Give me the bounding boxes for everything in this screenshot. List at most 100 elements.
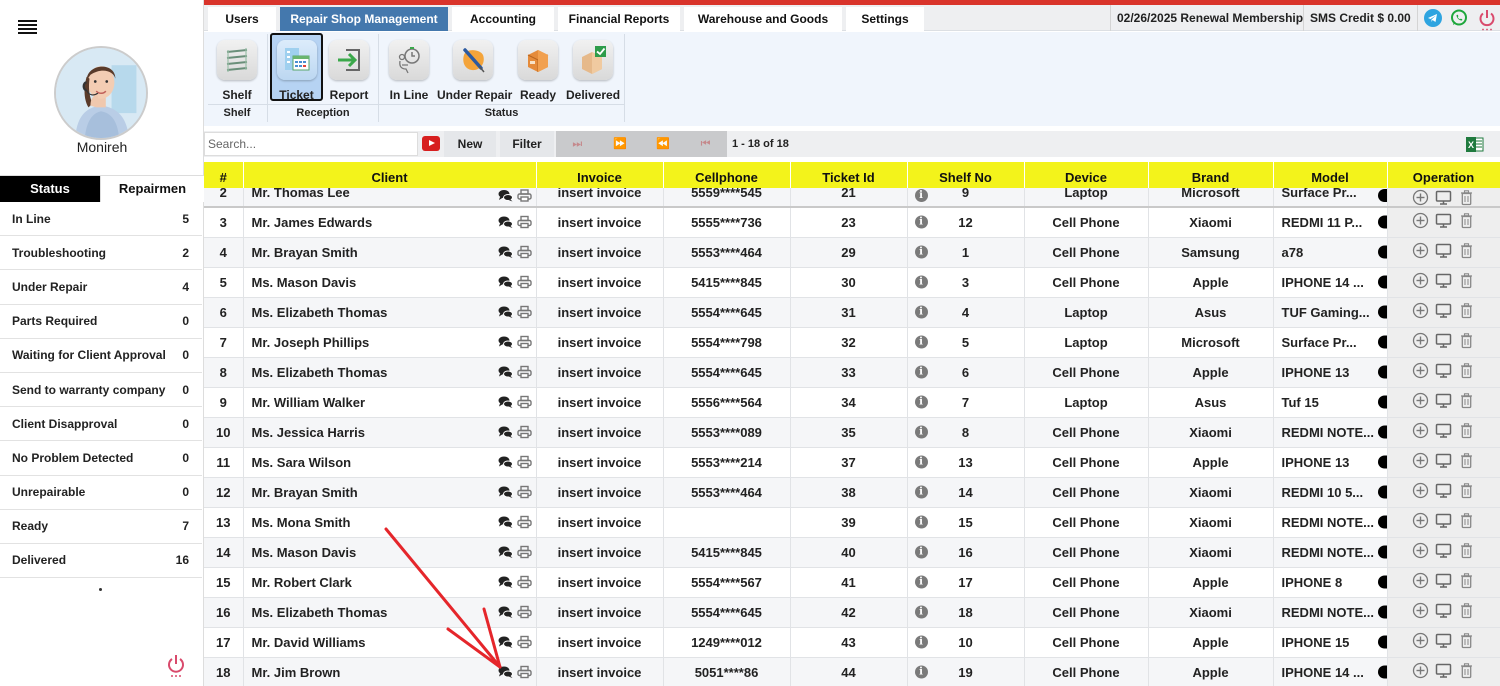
info-icon[interactable]: i (914, 245, 928, 259)
invoice-link[interactable]: insert invoice (536, 657, 664, 686)
video-play-icon[interactable] (422, 136, 440, 151)
invoice-link[interactable]: insert invoice (536, 327, 664, 358)
client-name[interactable]: Mr. James Edwards (252, 215, 373, 230)
print-icon[interactable] (516, 335, 532, 349)
add-circle-icon[interactable] (1412, 632, 1429, 649)
print-icon[interactable] (516, 485, 532, 499)
client-name[interactable]: Mr. Thomas Lee (252, 188, 350, 200)
status-item-send-to-warranty-company[interactable]: Send to warranty company 0 (0, 373, 202, 408)
trash-icon[interactable] (1458, 512, 1475, 529)
trash-icon[interactable] (1458, 189, 1475, 206)
info-icon[interactable]: i (914, 515, 928, 529)
client-name[interactable]: Ms. Mason Davis (252, 545, 357, 560)
client-name[interactable]: Mr. Joseph Phillips (252, 335, 370, 350)
invoice-link[interactable]: insert invoice (536, 477, 664, 508)
table-row[interactable]: 11 Ms. Sara Wilson insert invoice 5553**… (204, 447, 1500, 478)
trash-icon[interactable] (1458, 572, 1475, 589)
status-item-no-problem-detected[interactable]: No Problem Detected 0 (0, 441, 202, 476)
chat-icon[interactable] (498, 336, 513, 349)
info-icon[interactable]: i (914, 455, 928, 469)
whatsapp-icon[interactable] (1450, 9, 1468, 27)
client-name[interactable]: Ms. Mason Davis (252, 275, 357, 290)
status-item-ready[interactable]: Ready 7 (0, 510, 202, 544)
info-icon[interactable]: i (914, 275, 928, 289)
chat-icon[interactable] (498, 396, 513, 409)
monitor-icon[interactable] (1435, 189, 1452, 206)
print-icon[interactable] (516, 305, 532, 319)
trash-icon[interactable] (1458, 422, 1475, 439)
client-name[interactable]: Mr. Robert Clark (252, 575, 352, 590)
info-icon[interactable]: i (914, 605, 928, 619)
add-circle-icon[interactable] (1412, 332, 1429, 349)
chat-icon[interactable] (498, 456, 513, 469)
ribbon-delivered-button[interactable]: Delivered (564, 33, 622, 102)
chat-icon[interactable] (498, 216, 513, 229)
power-icon[interactable] (1478, 9, 1496, 31)
table-row[interactable]: 6 Ms. Elizabeth Thomas insert invoice 55… (204, 297, 1500, 328)
status-item-unrepairable[interactable]: Unrepairable 0 (0, 476, 202, 510)
trash-icon[interactable] (1458, 662, 1475, 679)
add-circle-icon[interactable] (1412, 482, 1429, 499)
client-name[interactable]: Mr. Brayan Smith (252, 485, 358, 500)
trash-icon[interactable] (1458, 212, 1475, 229)
ribbon-ticket-button[interactable]: Ticket (270, 33, 323, 102)
print-icon[interactable] (516, 189, 532, 202)
monitor-icon[interactable] (1435, 632, 1452, 649)
info-icon[interactable]: i (914, 665, 928, 679)
print-icon[interactable] (516, 245, 532, 259)
table-row[interactable]: 15 Mr. Robert Clark insert invoice 5554*… (204, 567, 1500, 598)
col-header-invoice[interactable]: Invoice (536, 162, 664, 188)
print-icon[interactable] (516, 515, 532, 529)
invoice-link[interactable]: insert invoice (536, 627, 664, 658)
table-row[interactable]: 7 Mr. Joseph Phillips insert invoice 555… (204, 327, 1500, 358)
table-row[interactable]: 12 Mr. Brayan Smith insert invoice 5553*… (204, 477, 1500, 508)
chat-icon[interactable] (498, 546, 513, 559)
chat-icon[interactable] (498, 576, 513, 589)
invoice-link[interactable]: insert invoice (536, 387, 664, 418)
invoice-link[interactable]: insert invoice (536, 447, 664, 478)
add-circle-icon[interactable] (1412, 512, 1429, 529)
monitor-icon[interactable] (1435, 392, 1452, 409)
chat-icon[interactable] (498, 636, 513, 649)
col-header-ticket-id[interactable]: Ticket Id (790, 162, 908, 188)
invoice-link[interactable]: insert invoice (536, 237, 664, 268)
col-header-cellphone[interactable]: Cellphone (663, 162, 791, 188)
menu-tab-warehouse-and-goods[interactable]: Warehouse and Goods (684, 7, 842, 31)
previous-page-icon[interactable]: ⏪ (642, 131, 685, 157)
print-icon[interactable] (516, 665, 532, 679)
ribbon-in-line-button[interactable]: In Line (384, 33, 434, 102)
status-item-delivered[interactable]: Delivered 16 (0, 544, 202, 579)
table-row[interactable]: 18 Mr. Jim Brown insert invoice 5051****… (204, 657, 1500, 686)
trash-icon[interactable] (1458, 302, 1475, 319)
table-row[interactable]: 2 Mr. Thomas Lee insert invoice 5559****… (204, 188, 1500, 208)
print-icon[interactable] (516, 275, 532, 289)
monitor-icon[interactable] (1435, 212, 1452, 229)
invoice-link[interactable]: insert invoice (536, 507, 664, 538)
client-name[interactable]: Mr. William Walker (252, 395, 366, 410)
client-name[interactable]: Mr. Jim Brown (252, 665, 341, 680)
print-icon[interactable] (516, 455, 532, 469)
monitor-icon[interactable] (1435, 482, 1452, 499)
invoice-link[interactable]: insert invoice (536, 188, 664, 208)
trash-icon[interactable] (1458, 632, 1475, 649)
table-row[interactable]: 9 Mr. William Walker insert invoice 5556… (204, 387, 1500, 418)
trash-icon[interactable] (1458, 362, 1475, 379)
chat-icon[interactable] (498, 276, 513, 289)
col-header-device[interactable]: Device (1024, 162, 1149, 188)
invoice-link[interactable]: insert invoice (536, 567, 664, 598)
add-circle-icon[interactable] (1412, 392, 1429, 409)
client-name[interactable]: Ms. Elizabeth Thomas (252, 365, 388, 380)
status-item-troubleshooting[interactable]: Troubleshooting 2 (0, 236, 202, 271)
add-circle-icon[interactable] (1412, 602, 1429, 619)
chat-icon[interactable] (498, 486, 513, 499)
trash-icon[interactable] (1458, 542, 1475, 559)
monitor-icon[interactable] (1435, 512, 1452, 529)
info-icon[interactable]: i (914, 425, 928, 439)
telegram-icon[interactable] (1424, 9, 1442, 27)
print-icon[interactable] (516, 545, 532, 559)
table-row[interactable]: 8 Ms. Elizabeth Thomas insert invoice 55… (204, 357, 1500, 388)
menu-tab-accounting[interactable]: Accounting (452, 7, 554, 31)
ribbon-shelf-button[interactable]: Shelf (212, 33, 262, 102)
invoice-link[interactable]: insert invoice (536, 597, 664, 628)
info-icon[interactable]: i (914, 485, 928, 499)
